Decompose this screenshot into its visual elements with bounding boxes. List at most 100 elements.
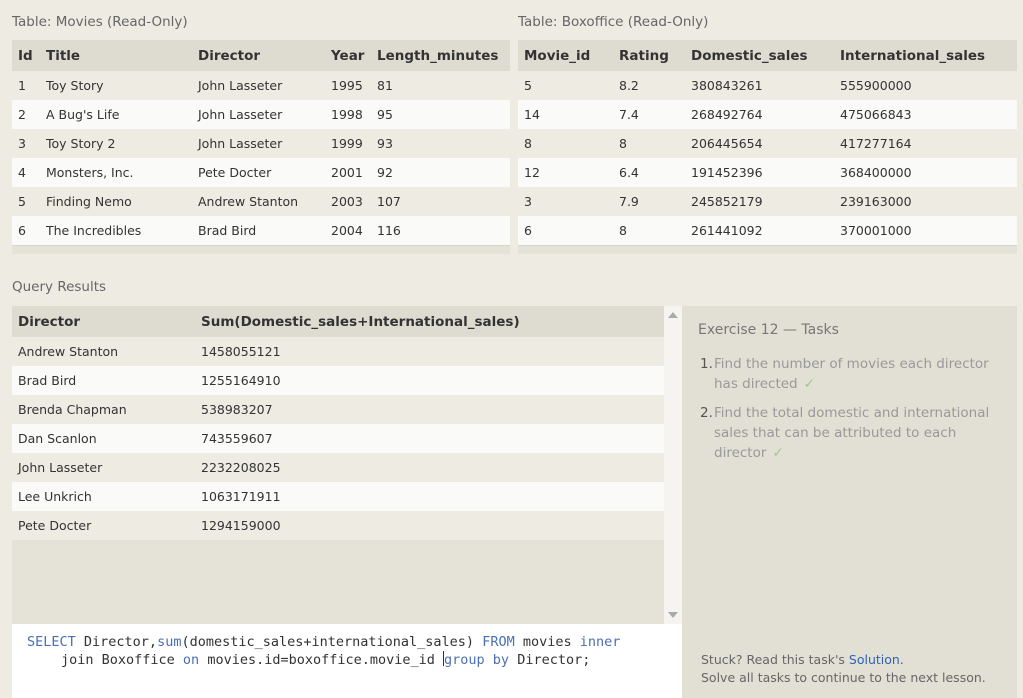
table-cell: 5 [12,187,40,216]
sql-query-editor[interactable]: SELECT Director,sum(domestic_sales+inter… [12,624,682,698]
movies-table-footer [12,245,510,254]
table-cell: 6 [518,216,613,245]
table-cell: 1294159000 [195,511,664,540]
table-cell: 370001000 [834,216,1017,245]
table-cell: 8 [613,129,685,158]
checkmark-icon: ✓ [803,376,815,392]
solution-link[interactable]: Solution. [849,652,904,667]
table-cell: 1 [12,71,40,100]
table-cell: Finding Nemo [40,187,192,216]
sql-keyword: inner [579,634,621,650]
table-row: 14 7.4 268492764 475066843 [518,100,1017,129]
table-cell: 2001 [325,158,371,187]
sql-keyword: group by [444,652,510,668]
table-row: 3 Toy Story 2 John Lasseter 1999 93 [12,129,510,158]
column-header: Id [12,40,40,71]
table-cell: 1998 [325,100,371,129]
table-cell: 2 [12,100,40,129]
table-cell: Pete Docter [192,158,325,187]
sql-text: (domestic_sales+international_sales) [181,634,483,650]
stuck-text: Stuck? Read this task's [701,652,849,667]
table-row: 8 8 206445654 417277164 [518,129,1017,158]
table-cell: 116 [371,216,510,245]
table-row: Dan Scanlon 743559607 [12,424,664,453]
table-cell: John Lasseter [192,100,325,129]
table-cell: Pete Docter [12,511,195,540]
task-text: Find the total domestic and internationa… [714,403,1006,463]
table-row: Brad Bird 1255164910 [12,366,664,395]
boxoffice-table-caption: Table: Boxoffice (Read-Only) [518,14,709,30]
table-cell: John Lasseter [192,71,325,100]
table-cell: 107 [371,187,510,216]
column-header: Movie_id [518,40,613,71]
table-row: Pete Docter 1294159000 [12,511,664,540]
table-cell: 268492764 [685,100,834,129]
table-cell: 743559607 [195,424,664,453]
table-cell: Andrew Stanton [12,337,195,366]
table-row: 3 7.9 245852179 239163000 [518,187,1017,216]
table-cell: 2003 [325,187,371,216]
table-cell: A Bug's Life [40,100,192,129]
table-cell: The Incredibles [40,216,192,245]
movies-table-caption: Table: Movies (Read-Only) [12,14,188,30]
table-cell: 261441092 [685,216,834,245]
table-row: 1 Toy Story John Lasseter 1995 81 [12,71,510,100]
table-cell: 5 [518,71,613,100]
table-cell: 12 [518,158,613,187]
table-row: 5 Finding Nemo Andrew Stanton 2003 107 [12,187,510,216]
table-cell: 1063171911 [195,482,664,511]
table-cell: 3 [518,187,613,216]
scroll-up-arrow-icon[interactable] [668,312,678,318]
sql-text: movies.id=boxoffice.movie_id [199,652,444,668]
boxoffice-table: Movie_id Rating Domestic_sales Internationa… [518,40,1017,245]
task-description: Find the total domestic and internationa… [714,405,990,461]
checkmark-icon: ✓ [772,445,784,461]
editor-line-2: join Boxoffice on movies.id=boxoffice.mo… [27,651,682,669]
table-cell: 206445654 [685,129,834,158]
query-results-panel[interactable]: Director Sum(Domestic_sales+International… [12,306,682,624]
table-row: 5 8.2 380843261 555900000 [518,71,1017,100]
table-row: 6 8 261441092 370001000 [518,216,1017,245]
sql-text: Director, [75,634,158,650]
table-cell: 417277164 [834,129,1017,158]
table-cell: 538983207 [195,395,664,424]
column-header: Length_minutes [371,40,510,71]
table-cell: 368400000 [834,158,1017,187]
table-row: 4 Monsters, Inc. Pete Docter 2001 92 [12,158,510,187]
table-cell: 555900000 [834,71,1017,100]
table-cell: 1255164910 [195,366,664,395]
column-header: Year [325,40,371,71]
results-scrollbar[interactable] [664,306,682,624]
table-cell: Lee Unkrich [12,482,195,511]
table-row: 6 The Incredibles Brad Bird 2004 116 [12,216,510,245]
boxoffice-table-footer [518,245,1017,254]
table-cell: 92 [371,158,510,187]
table-row: Brenda Chapman 538983207 [12,395,664,424]
table-cell: 8 [613,216,685,245]
movies-table: Id Title Director Year Length_minutes 1 Toy S… [12,40,510,245]
column-header: International_sales [834,40,1017,71]
sql-keyword: on [182,652,200,668]
table-cell: Brenda Chapman [12,395,195,424]
task-text: Find the number of movies each director … [714,354,1006,394]
sql-text: movies [514,634,580,650]
continue-hint: Solve all tasks to continue to the next … [701,670,986,685]
column-header: Title [40,40,192,71]
task-description: Find the number of movies each director … [714,356,989,392]
sql-text: join Boxoffice [61,652,183,668]
table-cell: 6.4 [613,158,685,187]
table-cell: 8.2 [613,71,685,100]
query-results-caption: Query Results [12,279,107,295]
table-cell: 7.9 [613,187,685,216]
editor-line-1: SELECT Director,sum(domestic_sales+inter… [27,633,682,651]
task-item: 2. Find the total domestic and internati… [700,403,1006,463]
scroll-down-arrow-icon[interactable] [668,612,678,618]
table-cell: Toy Story [40,71,192,100]
tasks-panel: Exercise 12 — Tasks 1. Find the number o… [682,306,1017,698]
table-row: Andrew Stanton 1458055121 [12,337,664,366]
table-cell: John Lasseter [12,453,195,482]
table-cell: 14 [518,100,613,129]
table-cell: 239163000 [834,187,1017,216]
table-cell: 475066843 [834,100,1017,129]
sql-keyword: SELECT [27,634,76,650]
